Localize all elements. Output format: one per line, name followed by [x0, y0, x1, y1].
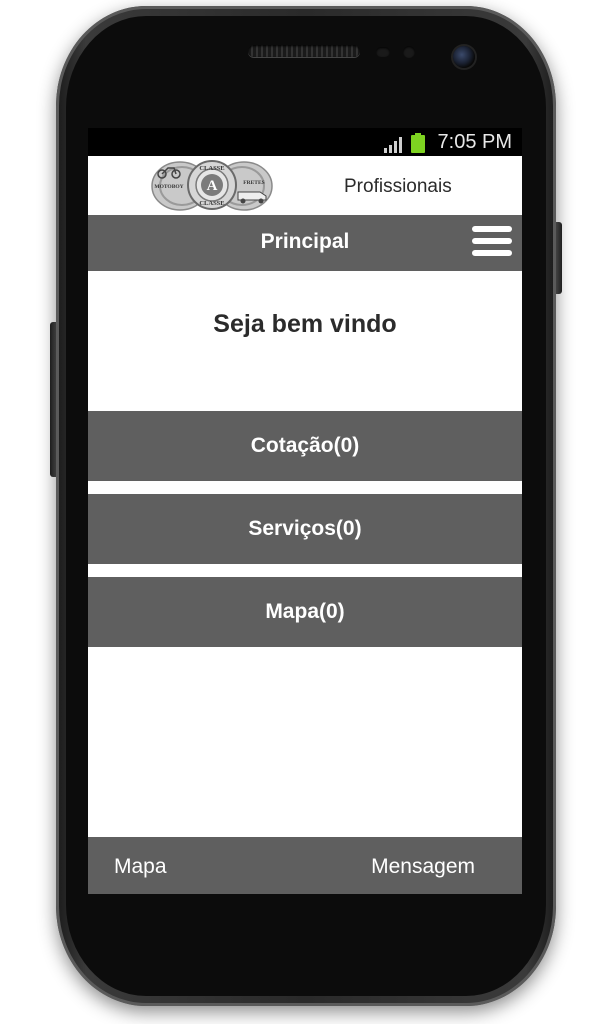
menu-line: [472, 238, 512, 244]
mapa-button[interactable]: Mapa(0): [88, 577, 522, 647]
app-screen: 7:05 PM A CLASSE CLASSE MOTOBOY FRETES P…: [88, 128, 522, 894]
battery-icon: [411, 133, 425, 153]
menu-line: [472, 250, 512, 256]
earpiece-speaker: [248, 45, 360, 57]
classe-a-logo: A CLASSE CLASSE MOTOBOY FRETES: [151, 160, 273, 211]
header-title: Profissionais: [344, 176, 452, 197]
signal-icon: [384, 137, 402, 153]
cotacao-button[interactable]: Cotação(0): [88, 411, 522, 481]
hamburger-menu-icon[interactable]: [472, 225, 512, 257]
proximity-sensor: [376, 47, 390, 57]
logo-letter: A: [207, 178, 218, 194]
phone-side-button-right: [556, 222, 562, 294]
logo-text-right: FRETES: [243, 180, 264, 186]
welcome-heading: Seja bem vindo: [213, 310, 397, 338]
servicos-button[interactable]: Serviços(0): [88, 494, 522, 564]
logo-text-top: CLASSE: [199, 165, 224, 172]
menu-line: [472, 226, 512, 232]
nav-bar: Principal: [88, 215, 522, 271]
device-frame-stage: 7:05 PM A CLASSE CLASSE MOTOBOY FRETES P…: [0, 0, 600, 1024]
app-header: A CLASSE CLASSE MOTOBOY FRETES Profissio…: [88, 156, 522, 215]
footer-bar: Mapa Mensagem: [88, 837, 522, 894]
footer-mapa-link[interactable]: Mapa: [114, 855, 167, 879]
page-title: Principal: [260, 230, 350, 253]
footer-mensagem-link[interactable]: Mensagem: [371, 855, 475, 879]
front-camera: [453, 46, 475, 68]
logo-text-left: MOTOBOY: [154, 184, 183, 190]
status-bar: 7:05 PM: [88, 128, 522, 156]
light-sensor: [403, 46, 415, 58]
logo-text-bottom: CLASSE: [199, 200, 224, 207]
status-time: 7:05 PM: [437, 131, 512, 153]
